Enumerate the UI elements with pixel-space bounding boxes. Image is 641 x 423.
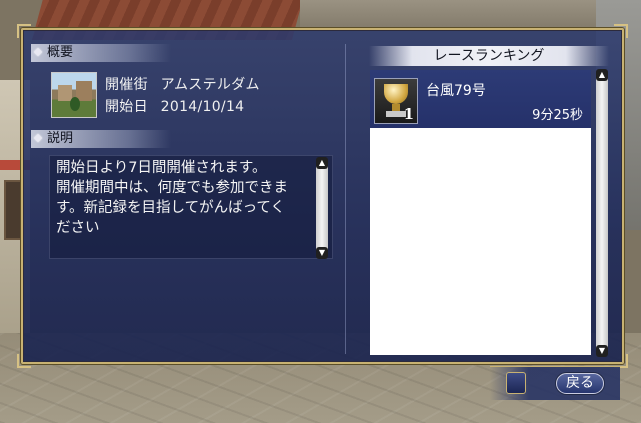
- background-wall-top: [300, 0, 600, 30]
- scroll-down-icon[interactable]: ▼: [316, 247, 328, 259]
- rank-number: 1: [403, 105, 414, 123]
- town-label: 開催街: [105, 77, 148, 93]
- back-button[interactable]: 戻る: [556, 373, 604, 394]
- ranking-list: 1 台風79号 9分25秒: [370, 70, 591, 355]
- start-date-row: 開始日 2014/10/14: [105, 96, 244, 116]
- ranking-entry-name: 台風79号: [426, 83, 486, 99]
- scroll-up-icon[interactable]: ▲: [596, 69, 608, 81]
- town-value: アムステルダム: [160, 77, 260, 93]
- trophy-icon: 1: [374, 78, 418, 124]
- background-window: [4, 180, 22, 240]
- description-text-box: 開始日より7日間開催されます。 開催期間中は、何度でも参加できま す。新記録を目…: [49, 155, 333, 259]
- description-line: 開始日より7日間開催されます。: [56, 160, 267, 176]
- ranking-scrollbar[interactable]: ▲ ▼: [596, 69, 608, 357]
- scroll-down-icon[interactable]: ▼: [596, 345, 608, 357]
- emblem-icon: [506, 372, 526, 394]
- description-line: す。新記録を目指してがんばってく: [56, 200, 285, 216]
- ranking-title: レースランキング: [369, 46, 609, 66]
- race-info-panel: 概要 開催街 アムステルダム 開始日 2014/10/14 説明 開始日より7日…: [17, 24, 628, 368]
- thumbnail-building: [58, 85, 72, 101]
- overview-section-label: 概要: [31, 44, 171, 62]
- panel-divider: [345, 44, 346, 354]
- start-date-value: 2014/10/14: [160, 99, 245, 115]
- frame-corner: [17, 354, 31, 368]
- frame-corner: [614, 24, 628, 38]
- trophy-cup: [384, 84, 408, 104]
- scroll-up-icon[interactable]: ▲: [316, 157, 328, 169]
- description-line: 開催期間中は、何度でも参加できま: [56, 180, 288, 196]
- description-line: ださい: [56, 220, 100, 236]
- town-thumbnail: [51, 72, 97, 118]
- description-scrollbar[interactable]: ▲ ▼: [316, 157, 328, 259]
- town-row: 開催街 アムステルダム: [105, 74, 260, 94]
- frame-corner: [17, 24, 31, 38]
- ranking-entry[interactable]: 1 台風79号 9分25秒: [370, 70, 591, 128]
- description-section-label: 説明: [31, 130, 171, 148]
- ranking-entry-time: 9分25秒: [532, 108, 583, 123]
- thumbnail-tree: [70, 97, 80, 111]
- start-date-label: 開始日: [105, 99, 148, 115]
